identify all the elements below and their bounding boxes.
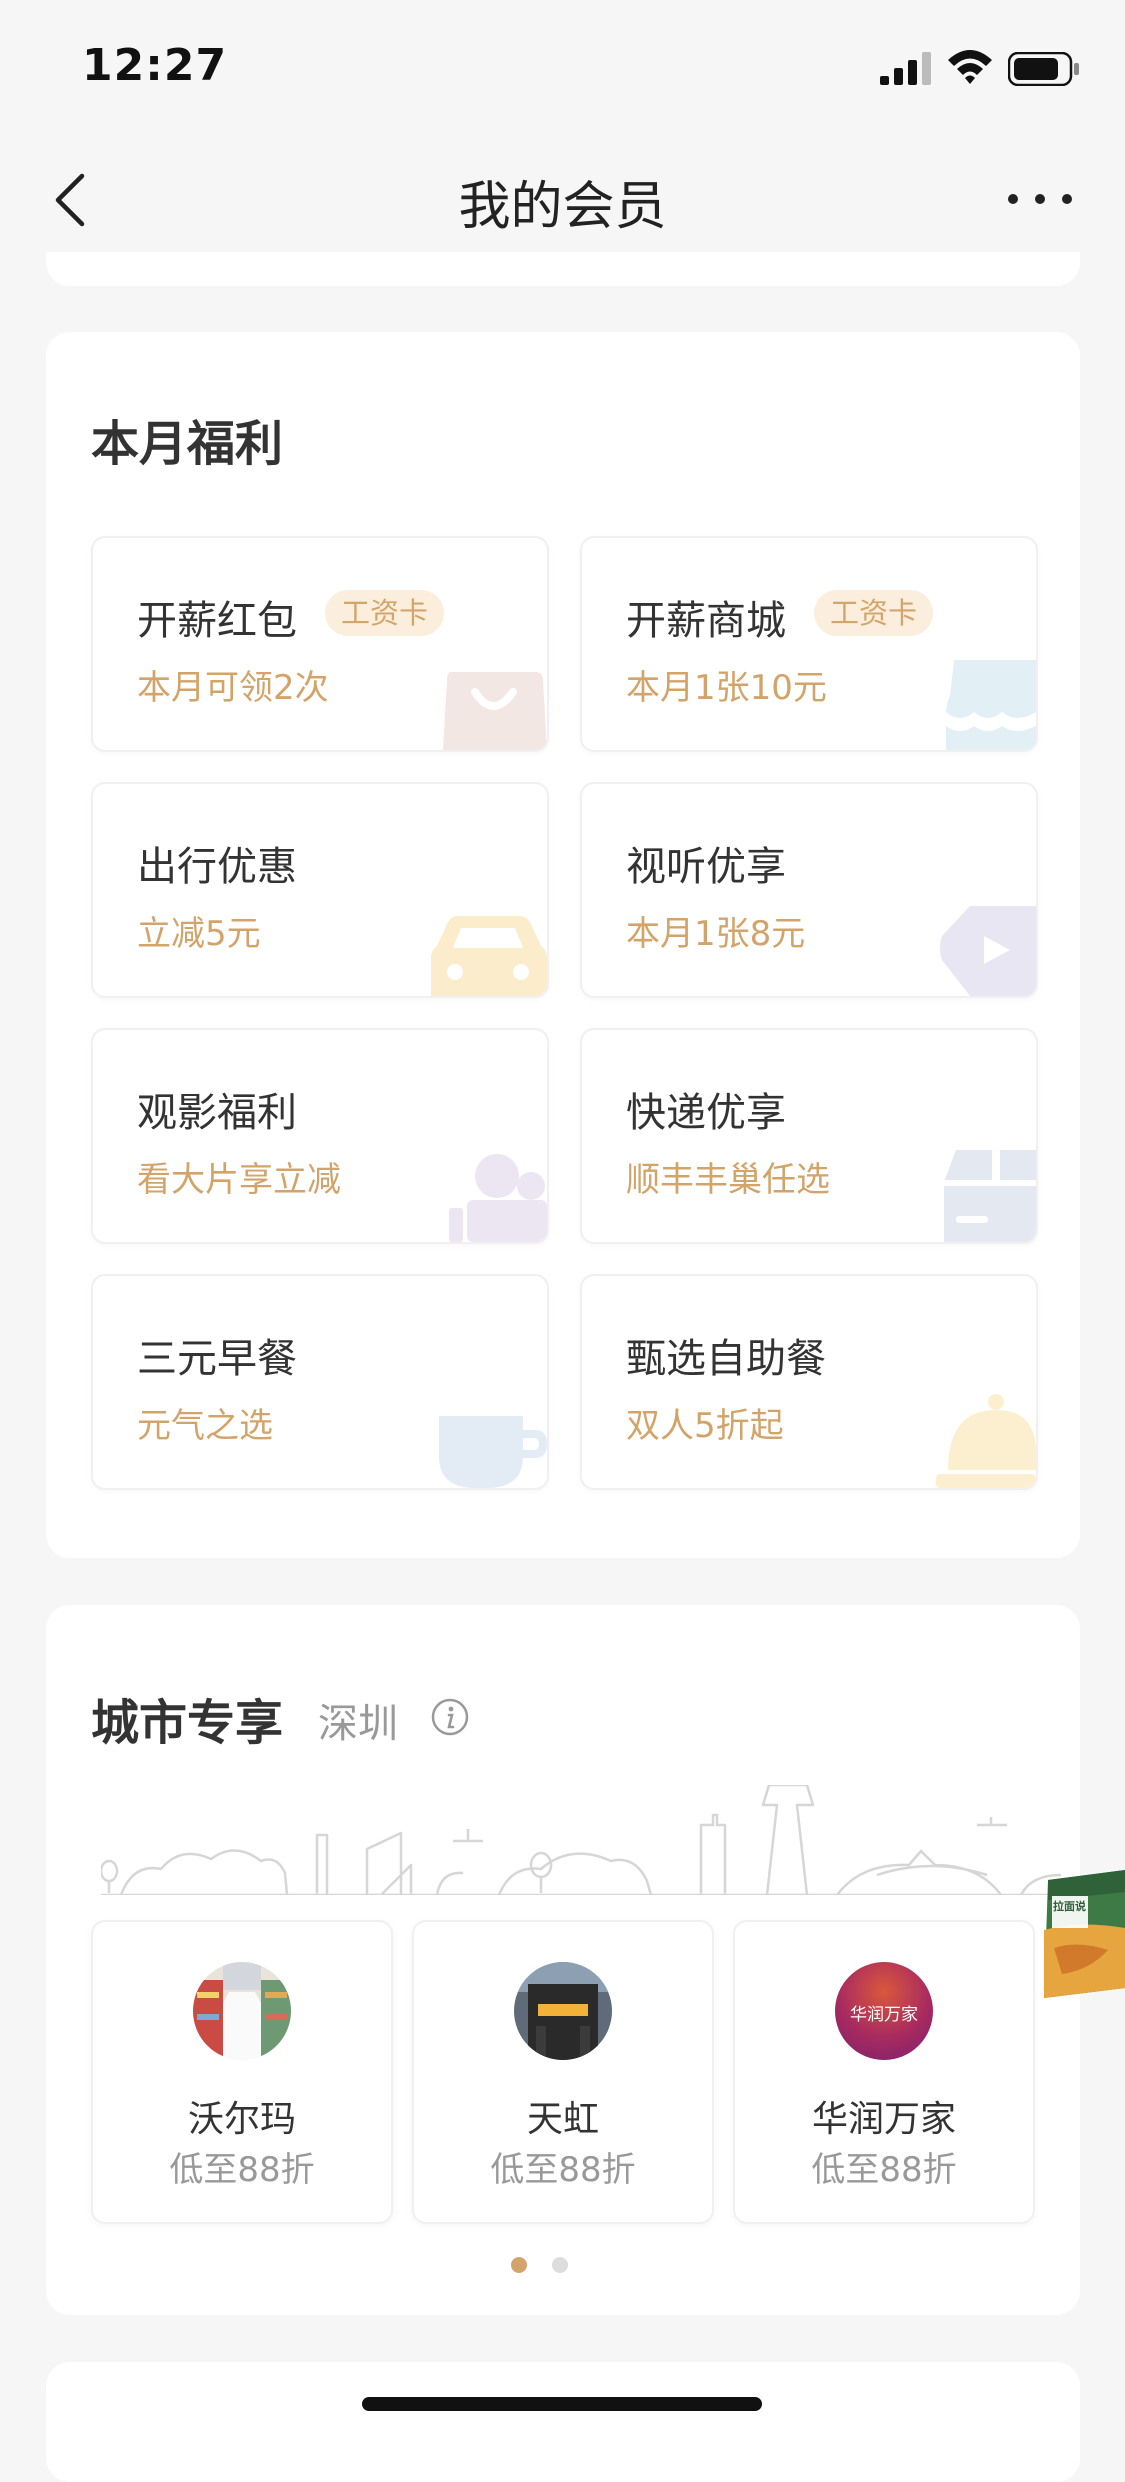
benefit-tile-express[interactable]: 快递优享 顺丰丰巢任选 <box>580 1028 1038 1244</box>
status-bar: 12:27 <box>0 0 1125 132</box>
tile-subtitle: 本月可领2次 <box>137 668 329 708</box>
movie-camera-icon <box>449 1154 547 1242</box>
page-title: 我的会员 <box>458 177 667 237</box>
salary-card-badge: 工资卡 <box>325 590 445 636</box>
store-card-vanguard[interactable]: 华润万家 华润万家 低至88折 <box>733 1920 1035 2224</box>
wifi-icon <box>948 50 992 84</box>
walmart-store-logo <box>193 1962 291 2060</box>
nav-bar: 我的会员 <box>0 132 1125 264</box>
city-exclusive-card: 城市专享 深圳 沃尔玛 低至88折 天虹 低至88折 华润万家 华润万家 低至8… <box>46 1605 1081 2315</box>
tile-title: 视听优享 <box>626 844 786 890</box>
package-box-icon <box>944 1150 1036 1242</box>
more-options-icon[interactable] <box>1005 184 1075 214</box>
battery-icon <box>1008 52 1079 86</box>
promo-text: 拉面说 <box>1053 1900 1086 1913</box>
monthly-benefits-card: 本月福利 开薪红包 工资卡 本月可领2次 开薪商城 工资卡 本月1张10元 出行… <box>46 332 1080 1558</box>
tile-subtitle: 立减5元 <box>137 914 261 954</box>
info-icon[interactable] <box>430 1697 470 1737</box>
tile-subtitle: 本月1张10元 <box>626 668 827 708</box>
vanguard-store-logo: 华润万家 <box>835 1962 933 2060</box>
store-awning-icon <box>946 660 1036 750</box>
benefit-tile-salary-mall[interactable]: 开薪商城 工资卡 本月1张10元 <box>580 536 1038 752</box>
cellular-signal-icon <box>880 52 931 85</box>
city-title: 城市专享 <box>91 1695 284 1751</box>
tile-title: 快递优享 <box>626 1090 786 1136</box>
floating-promo-noodle-box[interactable]: 拉面说 <box>1038 1870 1125 2000</box>
pager-dot-active[interactable] <box>511 2257 527 2273</box>
tile-subtitle: 双人5折起 <box>626 1406 784 1446</box>
coffee-cup-icon <box>439 1416 547 1488</box>
shopping-bag-icon <box>443 672 547 750</box>
city-skyline-illustration <box>101 1785 1081 1895</box>
tile-title: 甄选自助餐 <box>626 1336 826 1382</box>
tile-subtitle: 元气之选 <box>137 1406 273 1446</box>
store-discount: 低至88折 <box>169 2150 315 2190</box>
tile-title: 出行优惠 <box>137 844 297 890</box>
tile-title: 开薪商城 <box>626 598 786 644</box>
store-card-walmart[interactable]: 沃尔玛 低至88折 <box>91 1920 393 2224</box>
benefit-tile-buffet[interactable]: 甄选自助餐 双人5折起 <box>580 1274 1038 1490</box>
pager-dot[interactable] <box>552 2257 568 2273</box>
store-discount: 低至88折 <box>811 2150 957 2190</box>
benefit-tile-breakfast[interactable]: 三元早餐 元气之选 <box>91 1274 549 1490</box>
home-indicator[interactable] <box>362 2397 762 2411</box>
benefit-tile-travel[interactable]: 出行优惠 立减5元 <box>91 782 549 998</box>
play-icon <box>940 906 1036 996</box>
benefits-title: 本月福利 <box>91 416 284 472</box>
city-selector[interactable]: 深圳 <box>318 1691 398 1749</box>
previous-card-edge <box>46 252 1080 286</box>
tianhong-store-logo <box>514 1962 612 2060</box>
store-name: 沃尔玛 <box>187 2099 296 2140</box>
benefit-tile-movie[interactable]: 观影福利 看大片享立减 <box>91 1028 549 1244</box>
car-icon <box>431 916 547 996</box>
store-card-tianhong[interactable]: 天虹 低至88折 <box>412 1920 714 2224</box>
tile-title: 观影福利 <box>137 1090 297 1136</box>
benefit-tile-salary-red-packet[interactable]: 开薪红包 工资卡 本月可领2次 <box>91 536 549 752</box>
store-discount: 低至88折 <box>490 2150 636 2190</box>
tile-subtitle: 顺丰丰巢任选 <box>626 1160 830 1200</box>
tile-title: 开薪红包 <box>137 598 297 644</box>
tile-subtitle: 看大片享立减 <box>137 1160 341 1200</box>
store-name: 华润万家 <box>811 2099 956 2140</box>
dining-cloche-icon <box>936 1394 1036 1488</box>
tile-subtitle: 本月1张8元 <box>626 914 806 954</box>
vanguard-logo-text: 华润万家 <box>850 2005 918 2025</box>
store-name: 天虹 <box>526 2099 599 2140</box>
status-time: 12:27 <box>82 40 228 91</box>
tile-title: 三元早餐 <box>137 1336 297 1382</box>
salary-card-badge: 工资卡 <box>814 590 934 636</box>
benefit-tile-audio-video[interactable]: 视听优享 本月1张8元 <box>580 782 1038 998</box>
next-card-edge <box>46 2362 1080 2482</box>
